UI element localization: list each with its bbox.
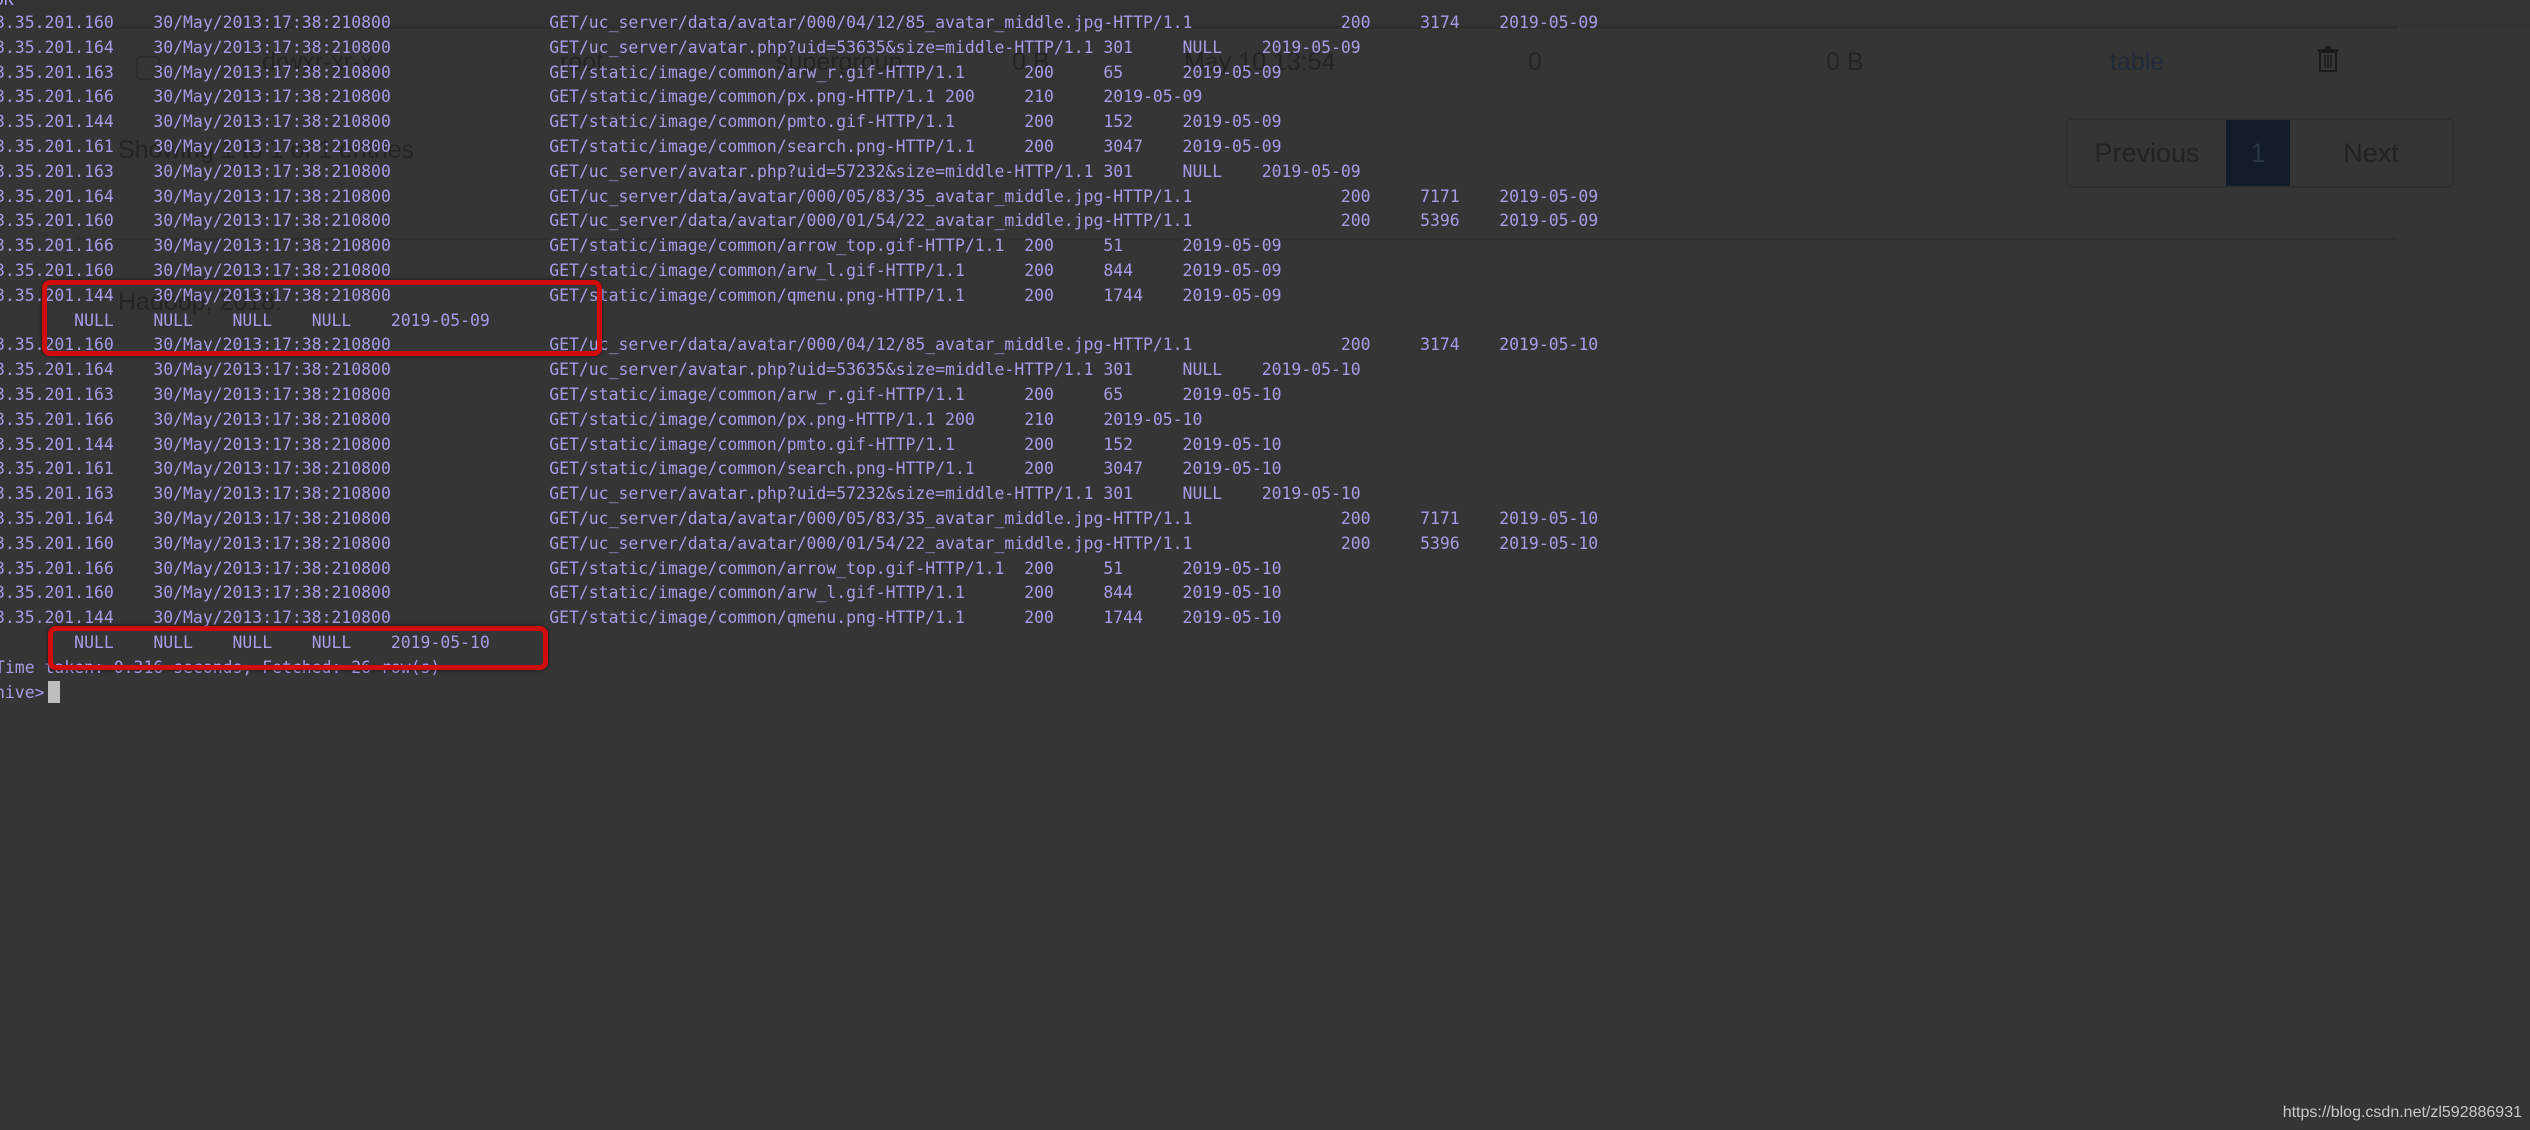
result-row: 3.35.201.166 30/May/2013:17:38:210800 GE…: [0, 409, 1203, 429]
result-row: 3.35.201.160 30/May/2013:17:38:210800 GE…: [0, 583, 1282, 603]
result-row: 3.35.201.160 30/May/2013:17:38:210800 GE…: [0, 533, 1599, 553]
result-row: 3.35.201.163 30/May/2013:17:38:210800 GE…: [0, 484, 1361, 504]
terminal-previous-output: OK: [0, 0, 14, 9]
result-row: 3.35.201.166 30/May/2013:17:38:210800 GE…: [0, 558, 1282, 578]
result-row: 3.35.201.164 30/May/2013:17:38:210800 GE…: [0, 360, 1361, 380]
prompt-label: hive>: [0, 682, 45, 702]
result-row: 3.35.201.163 30/May/2013:17:38:210800 GE…: [0, 384, 1282, 404]
trash-icon[interactable]: [2318, 46, 2338, 72]
result-row: 3.35.201.161 30/May/2013:17:38:210800 GE…: [0, 459, 1282, 479]
text-cursor: [48, 680, 61, 703]
terminal-output: 3.35.201.160 30/May/2013:17:38:210800 GE…: [0, 11, 1598, 705]
pagination-next-button[interactable]: Next: [2290, 120, 2452, 186]
pagination-page-1[interactable]: 1: [2226, 120, 2290, 186]
highlight-box-null-row-2019-05-09: [42, 280, 602, 356]
bg-file-name-link[interactable]: table: [2110, 48, 2164, 77]
result-row: 3.35.201.166 30/May/2013:17:38:210800 GE…: [0, 87, 1203, 107]
pagination-previous-button[interactable]: Previous: [2068, 120, 2226, 186]
result-row: 3.35.201.163 30/May/2013:17:38:210800 GE…: [0, 161, 1361, 181]
watermark: https://blog.csdn.net/zl592886931: [2282, 1104, 2522, 1121]
pagination: Previous 1 Next: [2066, 118, 2454, 188]
result-row: 3.35.201.166 30/May/2013:17:38:210800 GE…: [0, 236, 1282, 256]
highlight-box-null-row-2019-05-10: [48, 626, 548, 670]
result-row: 3.35.201.160 30/May/2013:17:38:210800 GE…: [0, 13, 1599, 32]
bg-block-size: 0 B: [1826, 48, 1864, 76]
result-row: 3.35.201.164 30/May/2013:17:38:210800 GE…: [0, 186, 1599, 206]
result-row: 3.35.201.163 30/May/2013:17:38:210800 GE…: [0, 62, 1282, 82]
result-row: 3.35.201.144 30/May/2013:17:38:210800 GE…: [0, 112, 1282, 132]
result-row: 3.35.201.164 30/May/2013:17:38:210800 GE…: [0, 37, 1361, 57]
result-row: 3.35.201.144 30/May/2013:17:38:210800 GE…: [0, 434, 1282, 454]
result-row: 3.35.201.160 30/May/2013:17:38:210800 GE…: [0, 211, 1599, 231]
hive-prompt[interactable]: hive>: [0, 680, 1598, 706]
result-row: 3.35.201.161 30/May/2013:17:38:210800 GE…: [0, 136, 1282, 156]
result-row: 3.35.201.164 30/May/2013:17:38:210800 GE…: [0, 508, 1599, 528]
